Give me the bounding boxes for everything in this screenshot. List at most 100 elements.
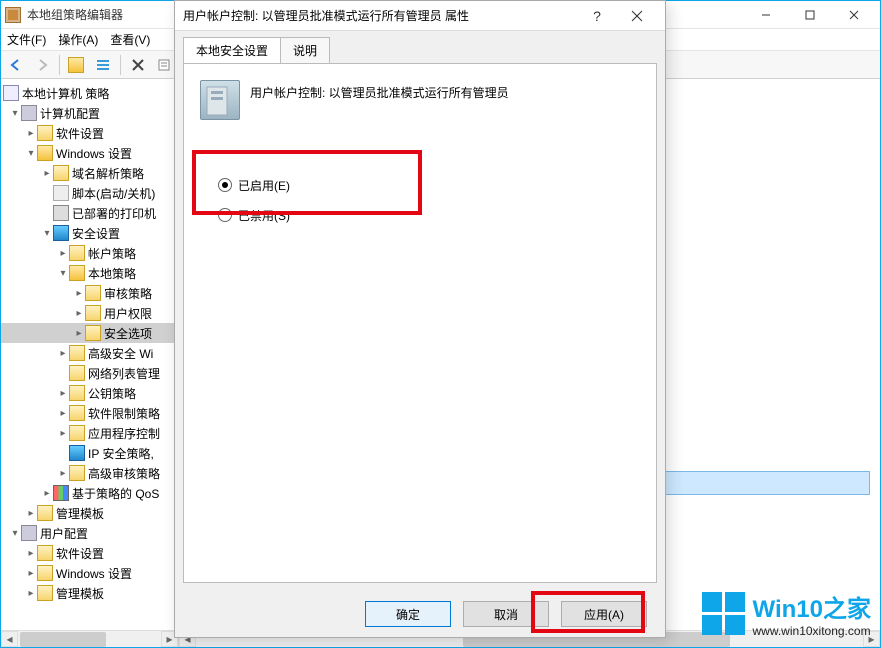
properties-icon[interactable] bbox=[153, 54, 175, 76]
expand-icon[interactable]: ▸ bbox=[25, 128, 37, 139]
tree-computer[interactable]: 计算机配置 bbox=[40, 105, 100, 122]
radio-disabled[interactable] bbox=[218, 208, 232, 222]
tree-item[interactable]: 审核策略 bbox=[104, 285, 152, 302]
expand-icon[interactable]: ▾ bbox=[9, 528, 21, 539]
folder-icon bbox=[69, 345, 85, 361]
tree-item[interactable]: Windows 设置 bbox=[56, 145, 132, 162]
tree-item[interactable]: Windows 设置 bbox=[56, 565, 132, 582]
expand-icon[interactable]: ▸ bbox=[25, 588, 37, 599]
dialog-tabpanel: 用户帐户控制: 以管理员批准模式运行所有管理员 已启用(E) 已禁用(S) bbox=[183, 63, 657, 583]
menu-file[interactable]: 文件(F) bbox=[7, 31, 46, 48]
watermark-url: www.win10xitong.com bbox=[753, 624, 871, 638]
expand-icon[interactable]: ▸ bbox=[41, 168, 53, 179]
tree-item[interactable]: 脚本(启动/关机) bbox=[72, 185, 155, 202]
tree-item-selected[interactable]: 安全选项 bbox=[104, 325, 152, 342]
tree-root[interactable]: 本地计算机 策略 bbox=[22, 85, 109, 102]
scroll-left-icon[interactable]: ◂ bbox=[1, 631, 18, 647]
ok-button[interactable]: 确定 bbox=[365, 601, 451, 627]
tree-item[interactable]: 软件设置 bbox=[56, 545, 104, 562]
tree-item[interactable]: 软件设置 bbox=[56, 125, 104, 142]
tree-item[interactable]: 帐户策略 bbox=[88, 245, 136, 262]
tree-item[interactable]: 域名解析策略 bbox=[72, 165, 144, 182]
radio-enabled[interactable] bbox=[218, 178, 232, 192]
menu-action[interactable]: 操作(A) bbox=[58, 31, 98, 48]
tree-user[interactable]: 用户配置 bbox=[40, 525, 88, 542]
up-button[interactable] bbox=[66, 54, 88, 76]
help-button[interactable]: ? bbox=[577, 1, 617, 31]
tree-item[interactable]: 用户权限 bbox=[104, 305, 152, 322]
cancel-button[interactable]: 取消 bbox=[463, 601, 549, 627]
dialog-close-button[interactable] bbox=[617, 1, 657, 31]
expand-icon[interactable]: ▸ bbox=[57, 248, 69, 259]
tree-item[interactable]: 应用程序控制 bbox=[88, 425, 160, 442]
tree-item[interactable]: 基于策略的 QoS bbox=[72, 485, 159, 502]
radio-enabled-label: 已启用(E) bbox=[238, 177, 290, 194]
folder-icon bbox=[69, 405, 85, 421]
back-button[interactable] bbox=[5, 54, 27, 76]
watermark-logo-icon bbox=[702, 592, 745, 635]
expand-icon[interactable]: ▸ bbox=[25, 548, 37, 559]
expand-icon[interactable]: ▸ bbox=[57, 468, 69, 479]
folder-icon bbox=[69, 265, 85, 281]
minimize-button[interactable] bbox=[744, 1, 788, 29]
tab-description[interactable]: 说明 bbox=[280, 37, 330, 63]
expand-icon[interactable]: ▸ bbox=[73, 288, 85, 299]
menu-view[interactable]: 查看(V) bbox=[110, 31, 150, 48]
apply-button[interactable]: 应用(A) bbox=[561, 601, 647, 627]
scroll-thumb[interactable] bbox=[20, 632, 106, 647]
tree-item[interactable]: 管理模板 bbox=[56, 505, 104, 522]
tree-item[interactable]: IP 安全策略, bbox=[88, 445, 154, 462]
tree-item[interactable]: 公钥策略 bbox=[88, 385, 136, 402]
radio-disabled-row[interactable]: 已禁用(S) bbox=[218, 200, 640, 230]
expand-icon[interactable]: ▸ bbox=[57, 388, 69, 399]
tree-item[interactable]: 网络列表管理 bbox=[88, 365, 160, 382]
expand-icon[interactable]: ▸ bbox=[73, 328, 85, 339]
folder-icon bbox=[69, 245, 85, 261]
expand-icon[interactable]: ▸ bbox=[57, 428, 69, 439]
maximize-button[interactable] bbox=[788, 1, 832, 29]
expand-icon[interactable]: ▾ bbox=[57, 268, 69, 279]
tab-local-security[interactable]: 本地安全设置 bbox=[183, 37, 281, 63]
properties-dialog: 用户帐户控制: 以管理员批准模式运行所有管理员 属性 ? 本地安全设置 说明 用… bbox=[174, 0, 666, 638]
forward-button[interactable] bbox=[31, 54, 53, 76]
folder-icon bbox=[37, 585, 53, 601]
printer-icon bbox=[53, 205, 69, 221]
expand-icon[interactable]: ▾ bbox=[41, 228, 53, 239]
tree-hscroll[interactable]: ◂ ▸ bbox=[1, 630, 178, 647]
dialog-title: 用户帐户控制: 以管理员批准模式运行所有管理员 属性 bbox=[183, 7, 577, 24]
expand-icon[interactable]: ▸ bbox=[25, 508, 37, 519]
expand-icon[interactable]: ▸ bbox=[57, 348, 69, 359]
folder-icon bbox=[85, 305, 101, 321]
shield-icon bbox=[69, 445, 85, 461]
expand-icon[interactable]: ▸ bbox=[57, 408, 69, 419]
tree-item[interactable]: 高级安全 Wi bbox=[88, 345, 153, 362]
folder-icon bbox=[37, 125, 53, 141]
dialog-tabs: 本地安全设置 说明 bbox=[183, 37, 657, 63]
tree-item[interactable]: 软件限制策略 bbox=[88, 405, 160, 422]
tree-item[interactable]: 安全设置 bbox=[72, 225, 120, 242]
tree-item[interactable]: 已部署的打印机 bbox=[72, 205, 156, 222]
tree-item[interactable]: 高级审核策略 bbox=[88, 465, 160, 482]
shield-icon bbox=[53, 225, 69, 241]
expand-icon[interactable]: ▸ bbox=[73, 308, 85, 319]
list-icon[interactable] bbox=[92, 54, 114, 76]
tree-item[interactable]: 本地策略 bbox=[88, 265, 136, 282]
expand-icon[interactable]: ▸ bbox=[41, 488, 53, 499]
expand-icon[interactable]: ▸ bbox=[25, 568, 37, 579]
folder-icon bbox=[53, 165, 69, 181]
folder-icon bbox=[69, 465, 85, 481]
script-icon bbox=[53, 185, 69, 201]
watermark: Win10之家 www.win10xitong.com bbox=[702, 589, 871, 638]
folder-icon bbox=[69, 365, 85, 381]
tree-pane[interactable]: 本地计算机 策略 ▾ 计算机配置 ▸ 软件设置 ▾ Windows 设置 ▸ 域名解析策… bbox=[1, 79, 179, 647]
app-icon bbox=[5, 7, 21, 23]
expand-icon[interactable]: ▾ bbox=[25, 148, 37, 159]
close-button[interactable] bbox=[832, 1, 876, 29]
folder-icon bbox=[69, 425, 85, 441]
delete-icon[interactable] bbox=[127, 54, 149, 76]
policy-icon bbox=[3, 85, 19, 101]
watermark-brand: Win10之家 bbox=[753, 589, 871, 624]
tree-item[interactable]: 管理模板 bbox=[56, 585, 104, 602]
expand-icon[interactable]: ▾ bbox=[9, 108, 21, 119]
radio-enabled-row[interactable]: 已启用(E) bbox=[218, 170, 640, 200]
